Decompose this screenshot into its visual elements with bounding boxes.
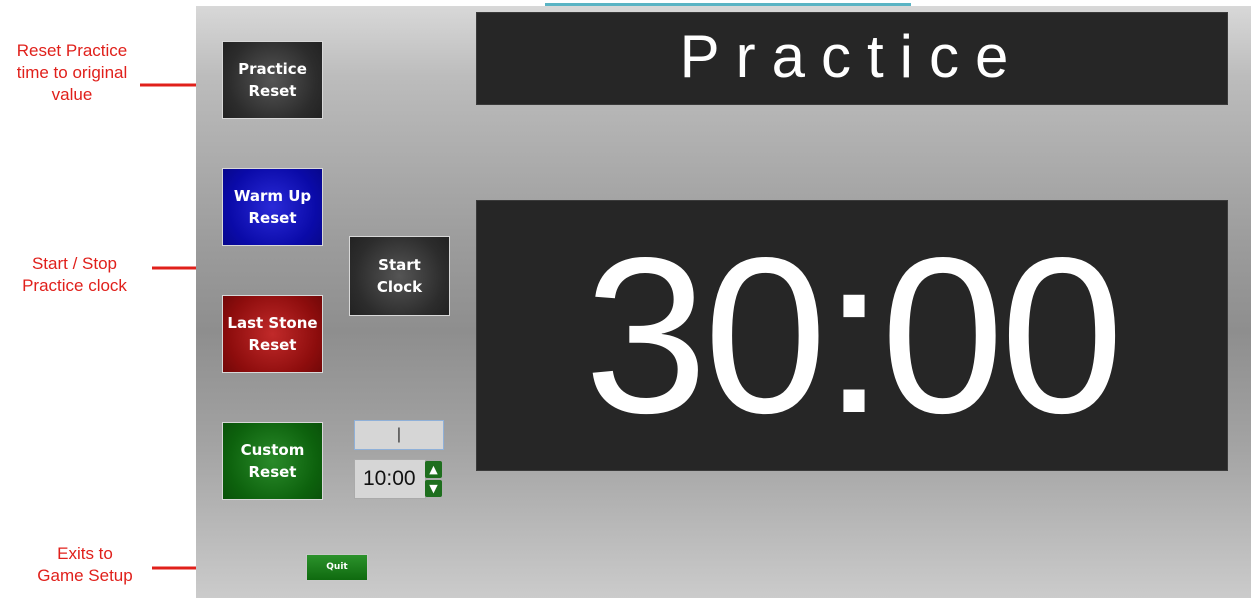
custom-name-input[interactable]: | — [354, 420, 444, 450]
quit-button[interactable]: Quit — [306, 554, 368, 581]
annotation-start-stop: Start / Stop Practice clock — [22, 254, 127, 295]
start-clock-button[interactable]: Start Clock — [349, 236, 450, 316]
practice-clock-app: Practice Reset Warm Up Reset Last Stone … — [196, 6, 1251, 598]
annotation-reset-practice: Reset Practice time to original value — [16, 41, 128, 104]
custom-time-stepper[interactable]: 10:00 — [354, 459, 426, 499]
laststone-reset-button[interactable]: Last Stone Reset — [222, 295, 323, 373]
title-panel: Practice — [476, 12, 1228, 105]
clock-panel: 30:00 — [476, 200, 1228, 471]
mode-title: Practice — [679, 23, 1025, 90]
practice-reset-button[interactable]: Practice Reset — [222, 41, 323, 119]
stepper-up-button[interactable]: ▲ — [425, 461, 442, 478]
annotation-exits: Exits to Game Setup — [37, 544, 133, 585]
custom-reset-button[interactable]: Custom Reset — [222, 422, 323, 500]
warmup-reset-button[interactable]: Warm Up Reset — [222, 168, 323, 246]
clock-display: 30:00 — [584, 212, 1124, 460]
stepper-down-button[interactable]: ▼ — [425, 480, 442, 497]
